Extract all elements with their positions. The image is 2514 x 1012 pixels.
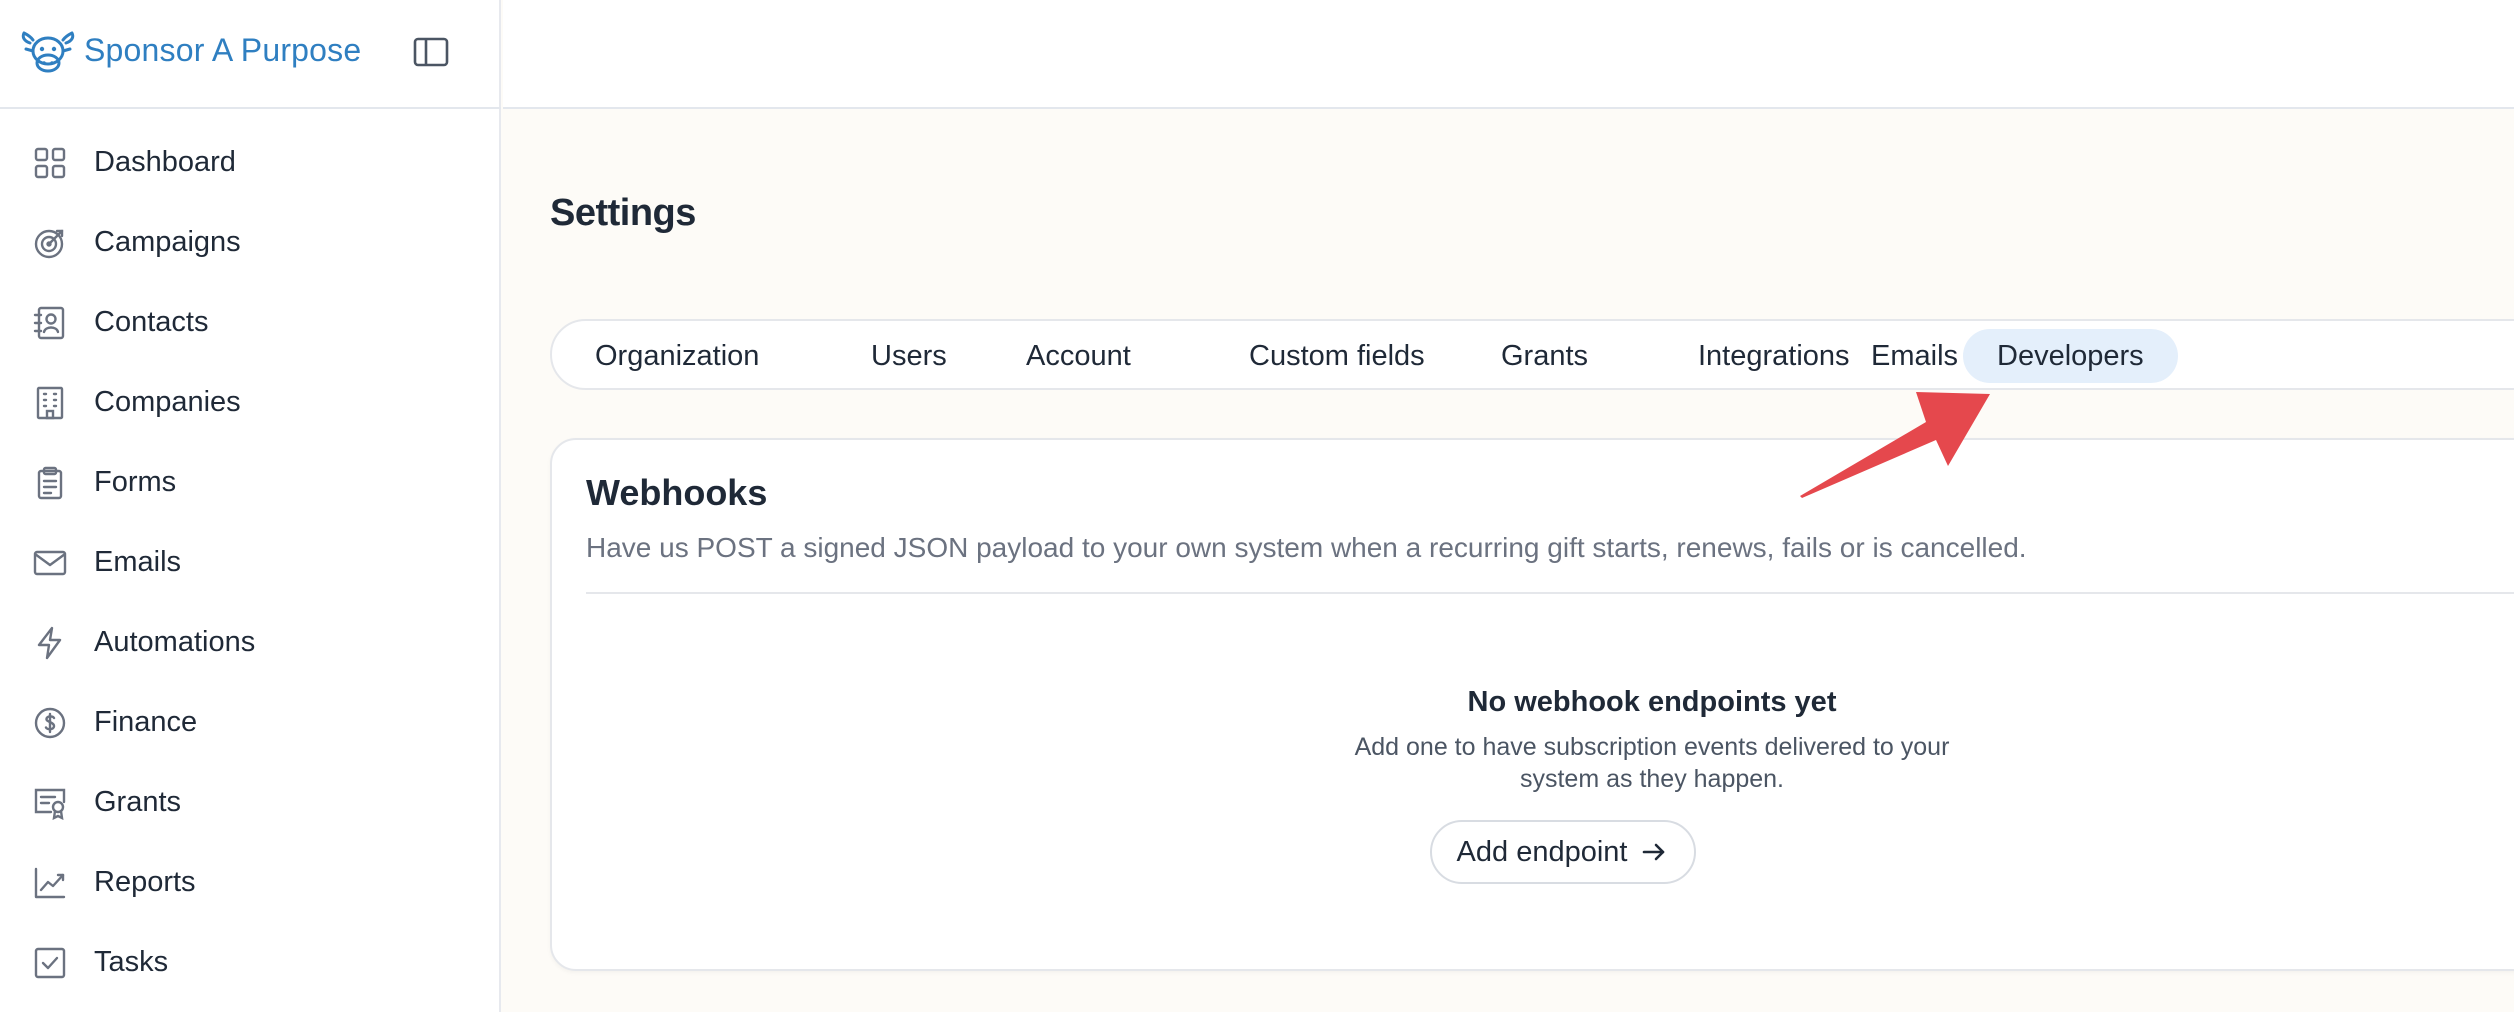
sidebar-item-forms[interactable]: Forms — [0, 442, 501, 522]
sidebar-item-label: Tasks — [94, 945, 169, 978]
settings-tabs: Organization Users Account Custom fields… — [550, 319, 2514, 390]
sidebar-item-reports[interactable]: Reports — [0, 842, 501, 922]
top-bar — [503, 0, 2514, 109]
clipboard-icon — [33, 466, 67, 500]
lightning-icon — [33, 626, 67, 660]
brand-bar: Sponsor A Purpose — [0, 0, 501, 109]
page-title: Settings — [550, 192, 696, 234]
sidebar-toggle-icon[interactable] — [413, 36, 449, 68]
tab-users[interactable]: Users — [837, 329, 981, 383]
tab-grants[interactable]: Grants — [1467, 329, 1622, 383]
sidebar-item-label: Dashboard — [94, 145, 236, 178]
tab-custom-fields[interactable]: Custom fields — [1215, 329, 1459, 383]
tab-developers[interactable]: Developers — [1963, 329, 2178, 383]
divider — [586, 592, 2514, 594]
cow-logo-icon — [21, 31, 75, 73]
tab-organization[interactable]: Organization — [561, 329, 793, 383]
sidebar-item-label: Forms — [94, 465, 177, 498]
arrow-right-icon — [1643, 843, 1665, 861]
app-root: Sponsor A Purpose Dashboard Campaigns Co… — [0, 0, 2514, 1012]
tab-account[interactable]: Account — [992, 329, 1165, 383]
sidebar-item-label: Emails — [94, 545, 182, 578]
sidebar-item-dashboard[interactable]: Dashboard — [0, 122, 501, 202]
sidebar-nav: Dashboard Campaigns Contacts Companies F… — [0, 122, 501, 1002]
sidebar-item-label: Finance — [94, 705, 198, 738]
empty-state-title: No webhook endpoints yet — [1467, 686, 1837, 718]
add-endpoint-button[interactable]: Add endpoint — [1430, 820, 1696, 884]
grid-icon — [33, 146, 67, 180]
webhooks-card: Webhooks Have us POST a signed JSON payl… — [550, 438, 2514, 971]
sidebar-item-emails[interactable]: Emails — [0, 522, 501, 602]
webhooks-title: Webhooks — [586, 472, 768, 513]
dollar-circle-icon — [33, 706, 67, 740]
checkbox-icon — [33, 946, 67, 980]
sidebar-item-automations[interactable]: Automations — [0, 602, 501, 682]
line-chart-icon — [33, 866, 67, 900]
sidebar-item-label: Campaigns — [94, 225, 241, 258]
webhooks-description: Have us POST a signed JSON payload to yo… — [586, 532, 2027, 563]
empty-state: No webhook endpoints yet Add one to have… — [1202, 686, 2102, 795]
sidebar-item-label: Reports — [94, 865, 196, 898]
sidebar-item-label: Automations — [94, 625, 256, 658]
sidebar-item-label: Contacts — [94, 305, 209, 338]
sidebar-item-grants[interactable]: Grants — [0, 762, 501, 842]
sidebar: Sponsor A Purpose Dashboard Campaigns Co… — [0, 0, 501, 1012]
sidebar-item-contacts[interactable]: Contacts — [0, 282, 501, 362]
brand-name: Sponsor A Purpose — [84, 32, 362, 68]
certificate-icon — [33, 786, 67, 821]
sidebar-item-label: Companies — [94, 385, 241, 418]
sidebar-item-finance[interactable]: Finance — [0, 682, 501, 762]
add-endpoint-label: Add endpoint — [1456, 835, 1628, 868]
contact-book-icon — [33, 306, 67, 340]
sidebar-item-tasks[interactable]: Tasks — [0, 922, 501, 1002]
target-icon — [33, 226, 67, 260]
mail-icon — [33, 546, 67, 580]
sidebar-item-companies[interactable]: Companies — [0, 362, 501, 442]
building-icon — [33, 386, 67, 420]
sidebar-item-label: Grants — [94, 785, 182, 818]
sidebar-item-campaigns[interactable]: Campaigns — [0, 202, 501, 282]
empty-state-description: Add one to have subscription events deli… — [1354, 733, 1950, 793]
